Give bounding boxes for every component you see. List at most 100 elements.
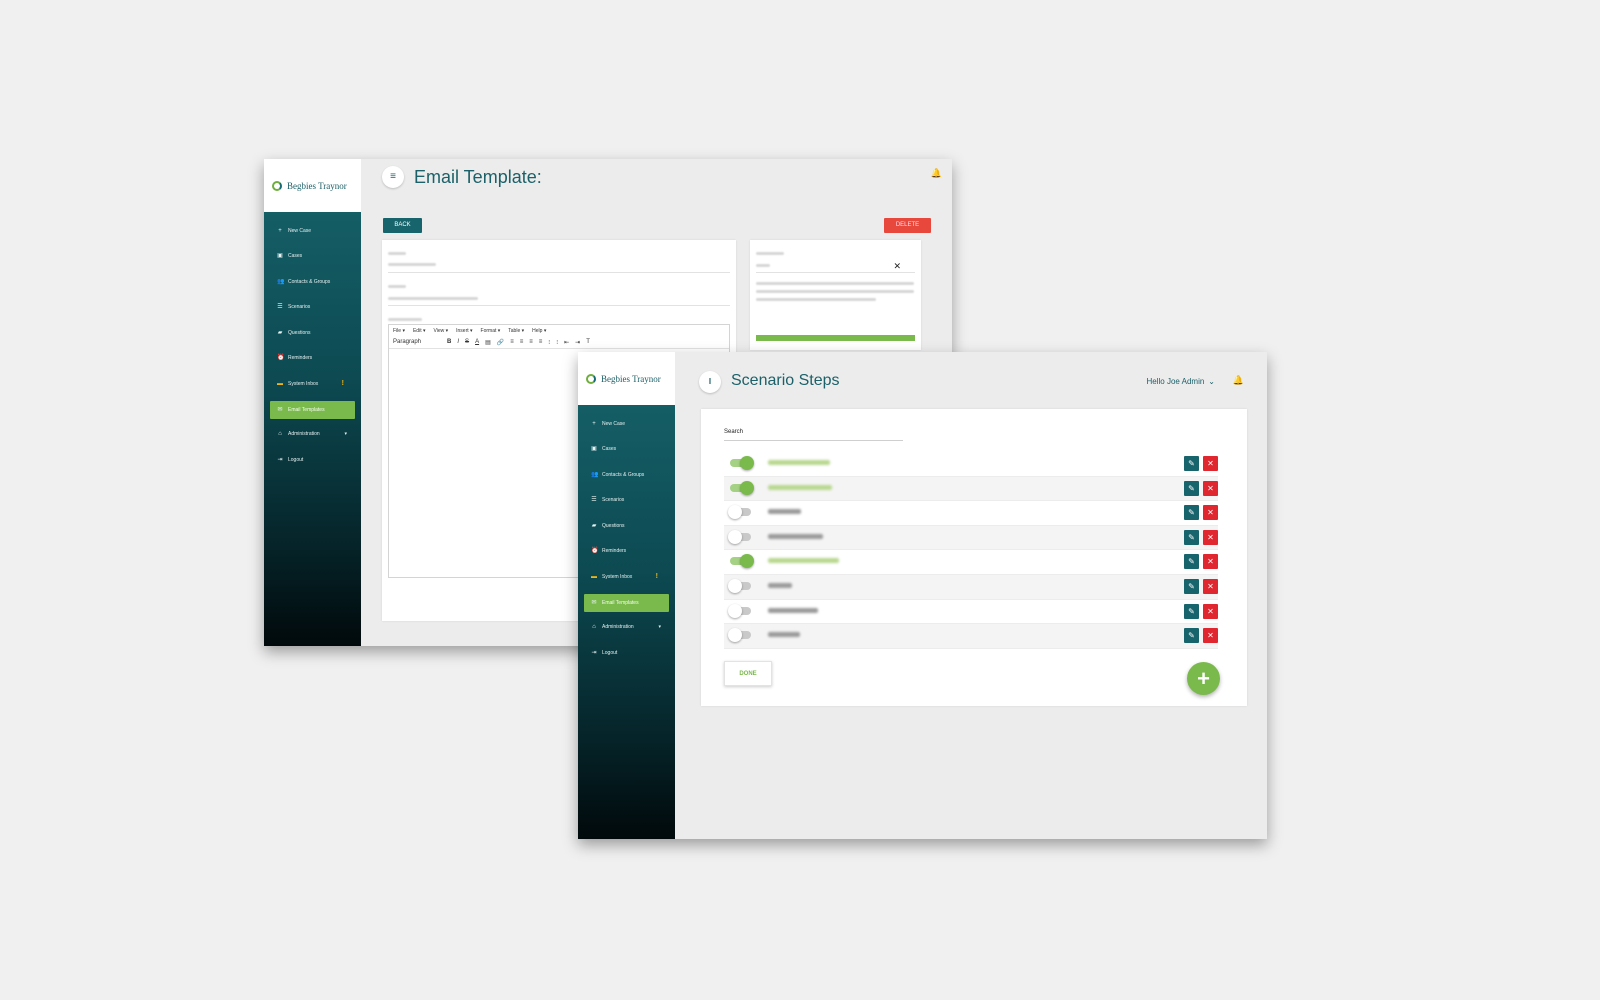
hamburger-menu-icon[interactable]: ≡: [382, 166, 404, 188]
message-label-blurred: [388, 318, 422, 321]
enable-toggle[interactable]: [730, 554, 754, 569]
mail-icon: ✉: [591, 599, 597, 606]
editor-menu-view[interactable]: View ▾: [433, 328, 448, 334]
add-step-button[interactable]: +: [1187, 662, 1220, 695]
delete-button[interactable]: ✕: [1203, 480, 1218, 496]
sidebar-item-cases[interactable]: ▣ Cases: [264, 244, 361, 270]
edit-button[interactable]: ✎: [1184, 529, 1199, 545]
enable-toggle[interactable]: [728, 603, 751, 618]
enable-toggle[interactable]: [730, 480, 754, 495]
link-icon[interactable]: 🔗: [497, 339, 504, 346]
enable-toggle[interactable]: [728, 628, 751, 643]
sidebar-item-reminders[interactable]: ⏰ Reminders: [264, 346, 361, 372]
sidebar-item-new-case[interactable]: + New Case: [578, 411, 675, 437]
chevron-down-icon: ▾: [658, 624, 661, 631]
sidebar-item-contacts-groups[interactable]: 👥 Contacts & Groups: [264, 269, 361, 295]
numbered-list-icon[interactable]: ⁝: [548, 339, 550, 346]
logout-icon: ⇥: [277, 456, 283, 463]
enable-toggle[interactable]: [728, 529, 751, 544]
enable-toggle[interactable]: [728, 505, 751, 520]
toggle-knob: [728, 603, 742, 618]
editor-menu-insert[interactable]: Insert ▾: [456, 328, 472, 334]
pencil-icon: ✎: [1188, 508, 1195, 518]
editor-menu-format[interactable]: Format ▾: [481, 328, 501, 334]
align-left-icon[interactable]: ≡: [510, 339, 514, 345]
edit-button[interactable]: ✎: [1184, 456, 1199, 471]
enable-toggle[interactable]: [730, 456, 754, 470]
paragraph-format-select[interactable]: Paragraph: [393, 339, 421, 345]
edit-button[interactable]: ✎: [1184, 554, 1199, 570]
bell-icon[interactable]: 🔔: [931, 168, 942, 179]
editor-menu-help[interactable]: Help ▾: [532, 328, 546, 334]
bell-icon[interactable]: 🔔: [1233, 375, 1244, 386]
tag-group-header[interactable]: [756, 335, 915, 341]
delete-button[interactable]: ✕: [1203, 628, 1218, 644]
sidebar-item-cases[interactable]: ▣ Cases: [578, 437, 675, 463]
align-center-icon[interactable]: ≡: [520, 339, 524, 345]
edit-button[interactable]: ✎: [1184, 578, 1199, 594]
search-input[interactable]: [724, 440, 903, 441]
user-menu[interactable]: Hello Joe Admin ⌄: [1146, 377, 1215, 386]
close-icon[interactable]: ✕: [893, 261, 901, 272]
name-field[interactable]: [388, 272, 730, 273]
sidebar-item-administration[interactable]: ⌂ Administration ▾: [578, 615, 675, 641]
sidebar-item-administration[interactable]: ⌂ Administration ▾: [264, 422, 361, 448]
highlight-icon[interactable]: ▤: [485, 339, 491, 346]
close-icon: ✕: [1207, 581, 1214, 591]
sidebar-item-email-templates[interactable]: ✉ Email Templates: [584, 593, 669, 612]
sidebar-item-system-inbox[interactable]: ▬ System Inbox!: [264, 371, 361, 397]
edit-button[interactable]: ✎: [1184, 603, 1199, 619]
align-right-icon[interactable]: ≡: [529, 339, 533, 345]
indent-icon[interactable]: ⇥: [575, 339, 580, 346]
close-icon: ✕: [1207, 508, 1214, 518]
sidebar-item-label: New Case: [602, 420, 626, 427]
sidebar-item-scenarios[interactable]: ☰ Scenarios: [264, 295, 361, 321]
inbox-icon: ▬: [591, 573, 597, 580]
sidebar-nav: + New Case ▣ Cases 👥 Contacts & Groups ☰ Sce…: [264, 212, 361, 473]
edit-button[interactable]: ✎: [1184, 628, 1199, 644]
sidebar-item-logout[interactable]: ⇥ Logout: [264, 447, 361, 473]
outdent-icon[interactable]: ⇤: [564, 339, 569, 346]
subject-field[interactable]: [388, 305, 730, 306]
filter-field[interactable]: [756, 272, 915, 273]
delete-button[interactable]: ✕: [1203, 603, 1218, 619]
back-button[interactable]: BACK: [383, 218, 422, 233]
delete-button[interactable]: ✕: [1203, 578, 1218, 594]
editor-menu-table[interactable]: Table ▾: [508, 328, 524, 334]
menu-toggle-icon[interactable]: I: [699, 371, 721, 393]
sidebar-item-system-inbox[interactable]: ▬ System Inbox!: [578, 564, 675, 590]
sidebar-item-questions[interactable]: ▰ Questions: [578, 513, 675, 539]
bold-icon[interactable]: B: [447, 339, 451, 345]
done-button[interactable]: DONE: [724, 661, 772, 686]
logo[interactable]: Begbies Traynor: [264, 159, 361, 212]
sidebar-item-logout[interactable]: ⇥ Logout: [578, 640, 675, 666]
steps-list: ✎ ✕ ✎ ✕ ✎ ✕ ✎ ✕ ✎ ✕ ✎ ✕ ✎ ✕ ✎ ✕: [724, 452, 1218, 649]
sidebar-item-new-case[interactable]: + New Case: [264, 218, 361, 244]
justify-icon[interactable]: ≡: [539, 339, 543, 345]
list-icon: ☰: [277, 304, 283, 311]
delete-button[interactable]: ✕: [1203, 505, 1218, 521]
italic-icon[interactable]: I: [457, 339, 459, 345]
sidebar-item-reminders[interactable]: ⏰ Reminders: [578, 539, 675, 565]
strikethrough-icon[interactable]: S: [465, 339, 469, 345]
delete-button[interactable]: DELETE: [884, 218, 931, 233]
enable-toggle[interactable]: [728, 578, 751, 593]
logo[interactable]: Begbies Traynor: [578, 352, 675, 405]
sidebar-item-scenarios[interactable]: ☰ Scenarios: [578, 488, 675, 514]
sidebar: Begbies Traynor + New Case ▣ Cases 👥 Contac…: [578, 352, 675, 839]
text-color-icon[interactable]: A: [475, 339, 479, 345]
editor-menu-edit[interactable]: Edit ▾: [413, 328, 426, 334]
sidebar-item-questions[interactable]: ▰ Questions: [264, 320, 361, 346]
editor-menu-file[interactable]: File ▾: [393, 328, 405, 334]
sidebar-item-label: New Case: [288, 227, 312, 234]
edit-button[interactable]: ✎: [1184, 505, 1199, 521]
delete-button[interactable]: ✕: [1203, 456, 1218, 471]
delete-button[interactable]: ✕: [1203, 529, 1218, 545]
delete-button[interactable]: ✕: [1203, 554, 1218, 570]
sidebar-item-contacts-groups[interactable]: 👥 Contacts & Groups: [578, 462, 675, 488]
sidebar-item-email-templates[interactable]: ✉ Email Templates: [270, 400, 355, 419]
edit-button[interactable]: ✎: [1184, 480, 1199, 496]
bullet-list-icon[interactable]: ⁝: [556, 339, 558, 346]
clear-format-icon[interactable]: T: [586, 339, 590, 345]
step-name-blurred: [768, 533, 823, 539]
